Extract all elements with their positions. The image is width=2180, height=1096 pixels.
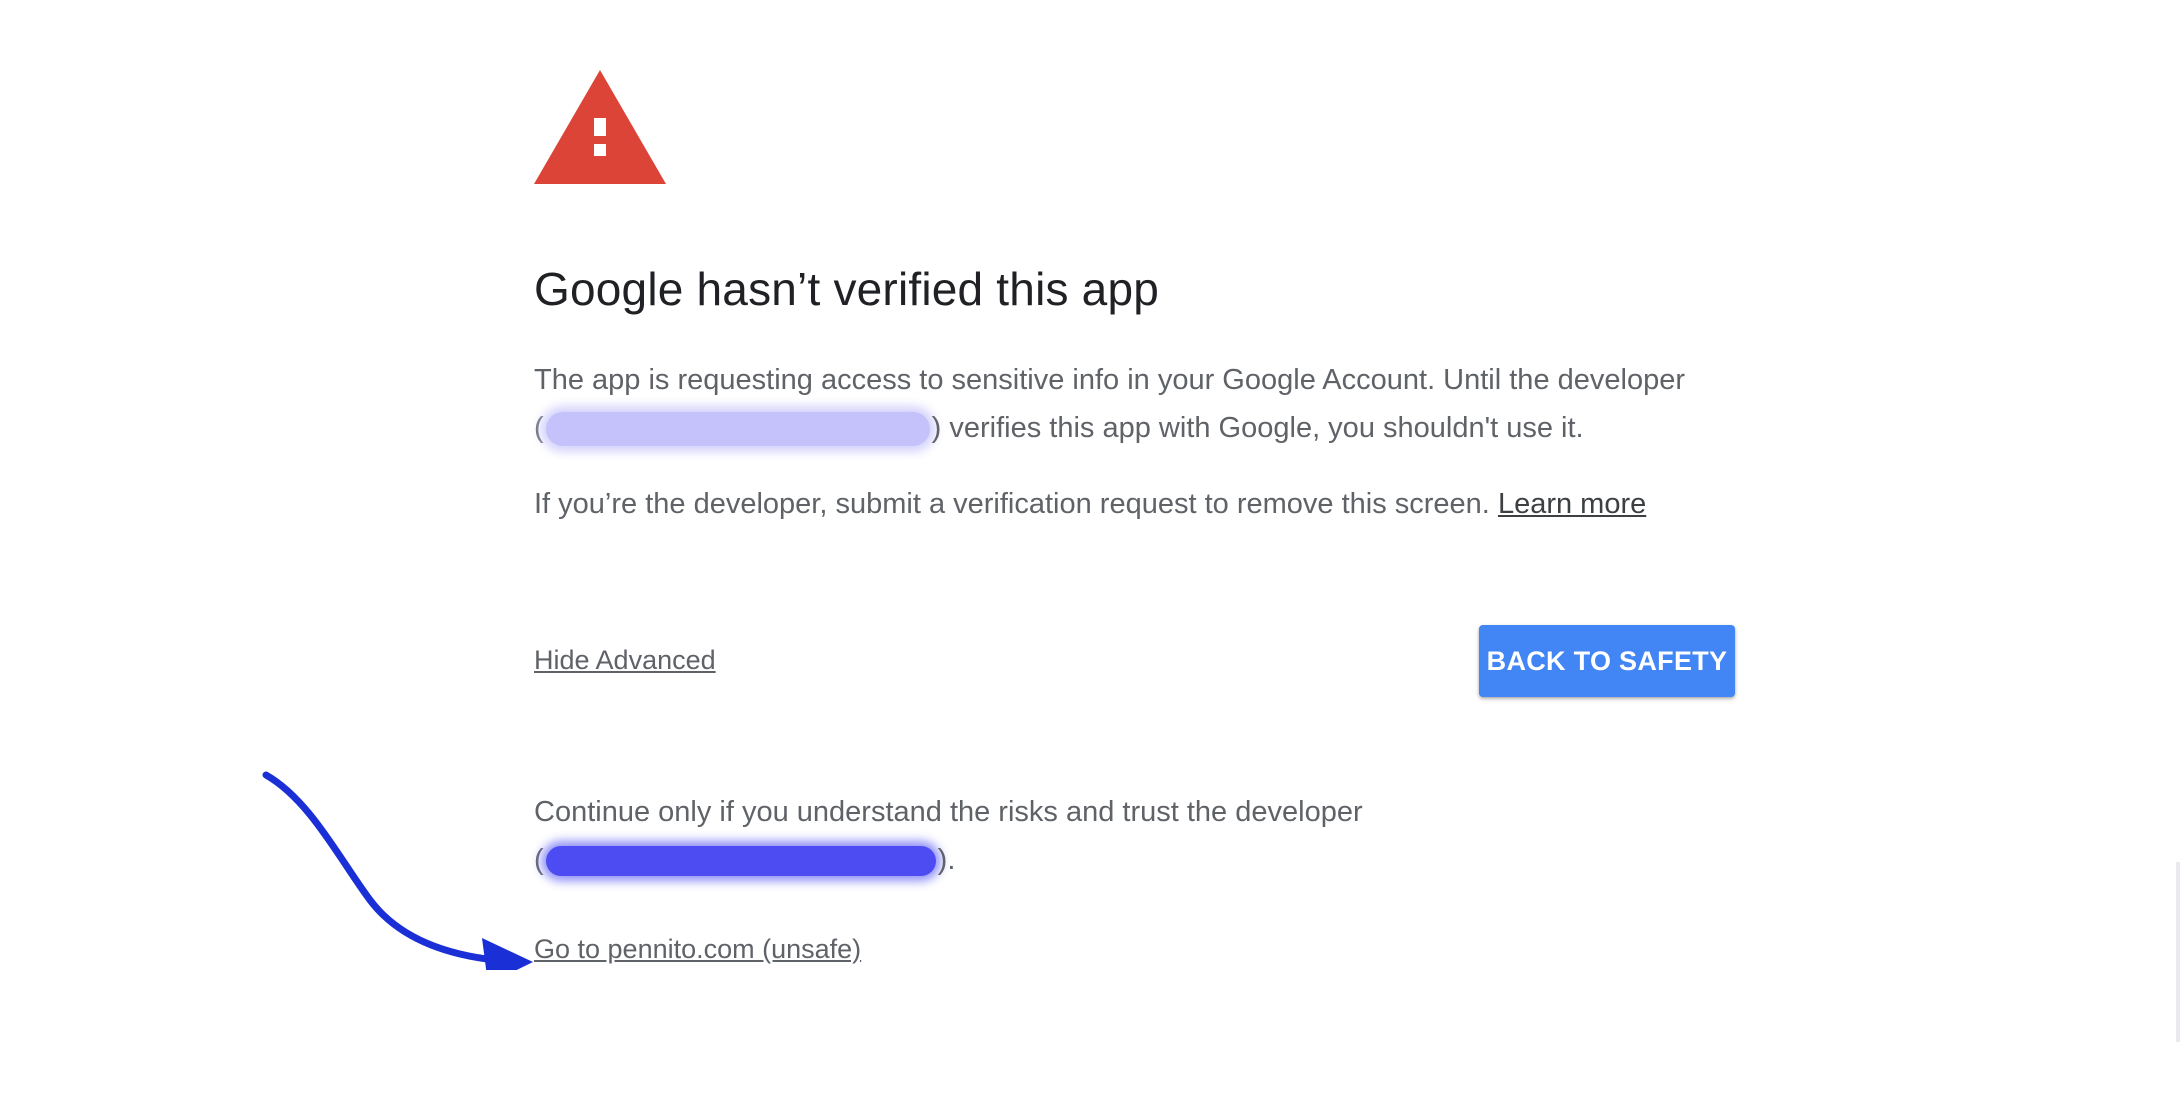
continue-paragraph: Continue only if you understand the risk… xyxy=(534,788,1363,884)
continue-text: Continue only if you understand the risk… xyxy=(534,796,1363,828)
warning-paragraph: The app is requesting access to sensitiv… xyxy=(534,356,1685,452)
go-to-unsafe-link[interactable]: Go to pennito.com (unsafe) xyxy=(534,934,861,965)
redacted-developer-email xyxy=(545,846,936,877)
warning-text-end: ) verifies this app with Google, you sho… xyxy=(931,412,1584,444)
learn-more-link[interactable]: Learn more xyxy=(1498,488,1646,520)
open-paren: ( xyxy=(534,412,544,444)
back-to-safety-button[interactable]: BACK TO SAFETY xyxy=(1479,625,1735,697)
hide-advanced-link[interactable]: Hide Advanced xyxy=(534,645,716,676)
page-title: Google hasn’t verified this app xyxy=(534,263,1160,315)
warning-icon xyxy=(534,70,666,184)
annotation-arrow xyxy=(262,771,533,970)
developer-paragraph: If you’re the developer, submit a verifi… xyxy=(534,480,1646,528)
redacted-developer-email xyxy=(545,412,930,447)
open-paren: ( xyxy=(534,844,544,876)
close-paren: ). xyxy=(937,844,956,876)
developer-text: If you’re the developer, submit a verifi… xyxy=(534,488,1490,520)
scrollbar-edge xyxy=(2176,862,2180,1042)
page: Google hasn’t verified this app The app … xyxy=(0,0,2180,1096)
warning-text-start: The app is requesting access to sensitiv… xyxy=(534,364,1685,396)
